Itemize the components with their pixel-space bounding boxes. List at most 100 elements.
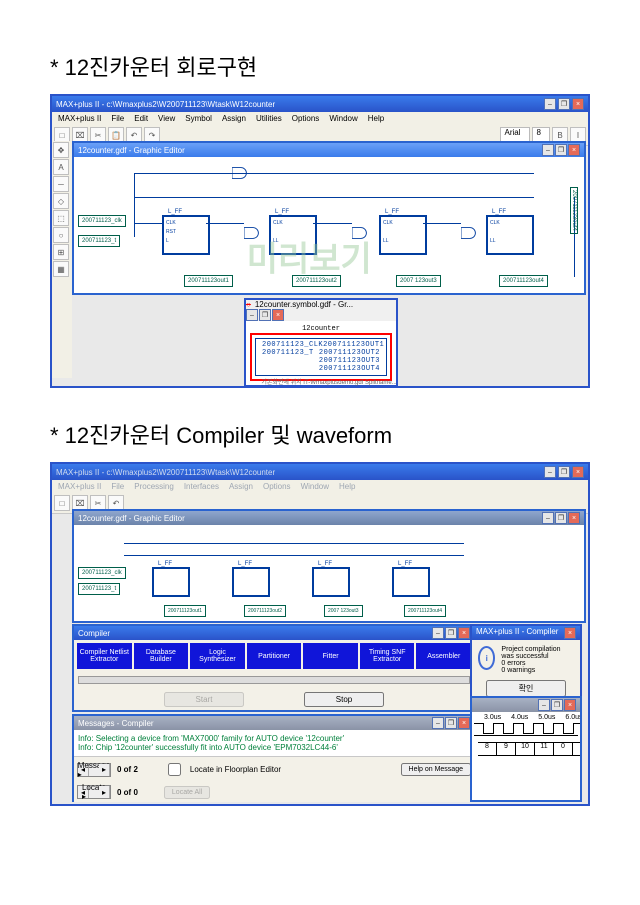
menu-item[interactable]: Help: [368, 114, 384, 123]
palette-tool[interactable]: ⊞: [53, 244, 69, 260]
minimize-button[interactable]: –: [544, 98, 556, 110]
input-pin-clk[interactable]: 200711123_clk: [78, 567, 126, 579]
locate-fp-checkbox[interactable]: [168, 763, 181, 776]
palette-tool[interactable]: ✥: [53, 142, 69, 158]
menu-item[interactable]: Assign: [229, 482, 253, 491]
message-nav[interactable]: ◂Message ▸▸: [77, 763, 111, 777]
close-icon[interactable]: ×: [564, 627, 576, 639]
compiler-step[interactable]: Logic Synthesizer: [190, 643, 245, 669]
input-pin-t[interactable]: 200711123_t: [78, 583, 120, 595]
minimize-button[interactable]: –: [544, 466, 556, 478]
close-icon[interactable]: ×: [458, 627, 470, 639]
menu-item[interactable]: Symbol: [185, 114, 212, 123]
close-icon[interactable]: ×: [272, 309, 284, 321]
minimize-icon[interactable]: –: [432, 717, 444, 729]
input-pin-clk[interactable]: 200711123_clk: [78, 215, 126, 227]
menu-item[interactable]: File: [111, 482, 124, 491]
locate-nav[interactable]: ◂Locate ▸▸: [77, 785, 111, 799]
waveform-body[interactable]: 3.0us 4.0us 5.0us 6.0us 7.0us 8.0us: [472, 712, 580, 758]
close-icon[interactable]: ×: [458, 717, 470, 729]
compiler-step[interactable]: Timing SNF Extractor: [360, 643, 415, 669]
palette-tool[interactable]: ▦: [53, 261, 69, 277]
help-on-message-button[interactable]: Help on Message: [401, 763, 471, 776]
compiler-step[interactable]: Partitioner: [247, 643, 302, 669]
menu-item[interactable]: Window: [329, 114, 357, 123]
close-button[interactable]: ×: [572, 466, 584, 478]
maxplus-window-1: MAX+plus II - c:\Wmaxplus2\W200711123\Wt…: [50, 94, 590, 388]
input-pin-t[interactable]: 200711123_t: [78, 235, 120, 247]
progress-bar: [78, 676, 470, 684]
flipflop-4[interactable]: [392, 567, 430, 597]
menu-item[interactable]: Options: [263, 482, 291, 491]
output-pin[interactable]: 200711123out1: [164, 605, 206, 617]
maximize-icon[interactable]: ❐: [445, 627, 457, 639]
flipflop-1[interactable]: CLK RST L: [162, 215, 210, 255]
flipflop-1[interactable]: [152, 567, 190, 597]
compiler-step[interactable]: Compiler Netlist Extractor: [77, 643, 132, 669]
clock-row: [474, 721, 578, 735]
menubar[interactable]: MAX+plus II File Processing Interfaces A…: [52, 480, 588, 493]
palette-tool[interactable]: ⬚: [53, 210, 69, 226]
menu-item[interactable]: Help: [339, 482, 355, 491]
flipflop-3[interactable]: [312, 567, 350, 597]
compiler-step[interactable]: Database Builder: [134, 643, 189, 669]
compiler-step[interactable]: Assembler: [416, 643, 471, 669]
palette-tool[interactable]: ○: [53, 227, 69, 243]
maximize-button[interactable]: ❐: [558, 466, 570, 478]
menu-item[interactable]: Options: [292, 114, 320, 123]
minimize-icon[interactable]: –: [542, 144, 554, 156]
locate-all-button[interactable]: Locate All: [164, 786, 210, 799]
palette-tool[interactable]: ─: [53, 176, 69, 192]
window-titlebar[interactable]: MAX+plus II - c:\Wmaxplus2\W200711123\Wt…: [52, 464, 588, 480]
palette-tool[interactable]: ◇: [53, 193, 69, 209]
menu-item[interactable]: Interfaces: [184, 482, 219, 491]
output-pin[interactable]: 200711123out2: [292, 275, 341, 287]
minimize-icon[interactable]: –: [246, 309, 258, 321]
minimize-icon[interactable]: –: [432, 627, 444, 639]
menu-item[interactable]: Assign: [222, 114, 246, 123]
menu-item[interactable]: Utilities: [256, 114, 282, 123]
schematic-canvas[interactable]: CLK RST L CLK LL CLK LL CLK LL: [74, 157, 584, 293]
menu-item[interactable]: Window: [301, 482, 329, 491]
symbol-block[interactable]: 200711123_CLK200711123OUT1 200711123_T20…: [250, 333, 392, 381]
menu-item[interactable]: Edit: [134, 114, 148, 123]
schematic-canvas[interactable]: 200711123_clk 200711123_t 200711123out1 …: [74, 525, 584, 621]
ok-button[interactable]: 확인: [486, 680, 566, 697]
output-pin[interactable]: 200711123out4: [404, 605, 446, 617]
flipflop-2[interactable]: CLK LL: [269, 215, 317, 255]
toolbar-button[interactable]: □: [54, 495, 70, 511]
menu-item[interactable]: File: [111, 114, 124, 123]
tool-palette[interactable]: ✥ A ─ ◇ ⬚ ○ ⊞ ▦: [52, 141, 72, 378]
start-button[interactable]: Start: [164, 692, 244, 707]
maximize-icon[interactable]: ❐: [259, 309, 271, 321]
output-pin[interactable]: 2007 123out3: [324, 605, 363, 617]
menu-item[interactable]: View: [158, 114, 175, 123]
maximize-icon[interactable]: ❐: [445, 717, 457, 729]
output-pin-vertical[interactable]: 200711123out4: [570, 187, 578, 234]
palette-tool[interactable]: A: [53, 159, 69, 175]
close-icon[interactable]: ○: [246, 300, 251, 309]
maximize-icon[interactable]: ❐: [555, 144, 567, 156]
symbol-window: ○12counter.symbol.gdf - Gr... –❐× 12coun…: [244, 298, 398, 387]
stop-button[interactable]: Stop: [304, 692, 384, 707]
flipflop-2[interactable]: [232, 567, 270, 597]
maximize-button[interactable]: ❐: [558, 98, 570, 110]
compiler-step[interactable]: Fitter: [303, 643, 358, 669]
output-pin[interactable]: 2007 123out3: [396, 275, 441, 287]
menu-item[interactable]: Processing: [134, 482, 174, 491]
flipflop-3[interactable]: CLK LL: [379, 215, 427, 255]
close-button[interactable]: ×: [572, 98, 584, 110]
and-gate[interactable]: [244, 227, 262, 239]
window-titlebar[interactable]: MAX+plus II - c:\Wmaxplus2\W200711123\Wt…: [52, 96, 588, 112]
output-pin[interactable]: 200711123out1: [184, 275, 233, 287]
messages-body[interactable]: Info: Selecting a device from 'MAX7000' …: [74, 730, 474, 756]
output-pin[interactable]: 200711123out4: [499, 275, 548, 287]
and-gate[interactable]: [461, 227, 479, 239]
close-icon[interactable]: ×: [568, 144, 580, 156]
and-gate[interactable]: [352, 227, 370, 239]
output-pin[interactable]: 200711123out2: [244, 605, 286, 617]
menu-item[interactable]: MAX+plus II: [58, 482, 101, 491]
menu-item[interactable]: MAX+plus II: [58, 114, 101, 123]
flipflop-4[interactable]: CLK LL: [486, 215, 534, 255]
menubar[interactable]: MAX+plus II File Edit View Symbol Assign…: [52, 112, 588, 125]
